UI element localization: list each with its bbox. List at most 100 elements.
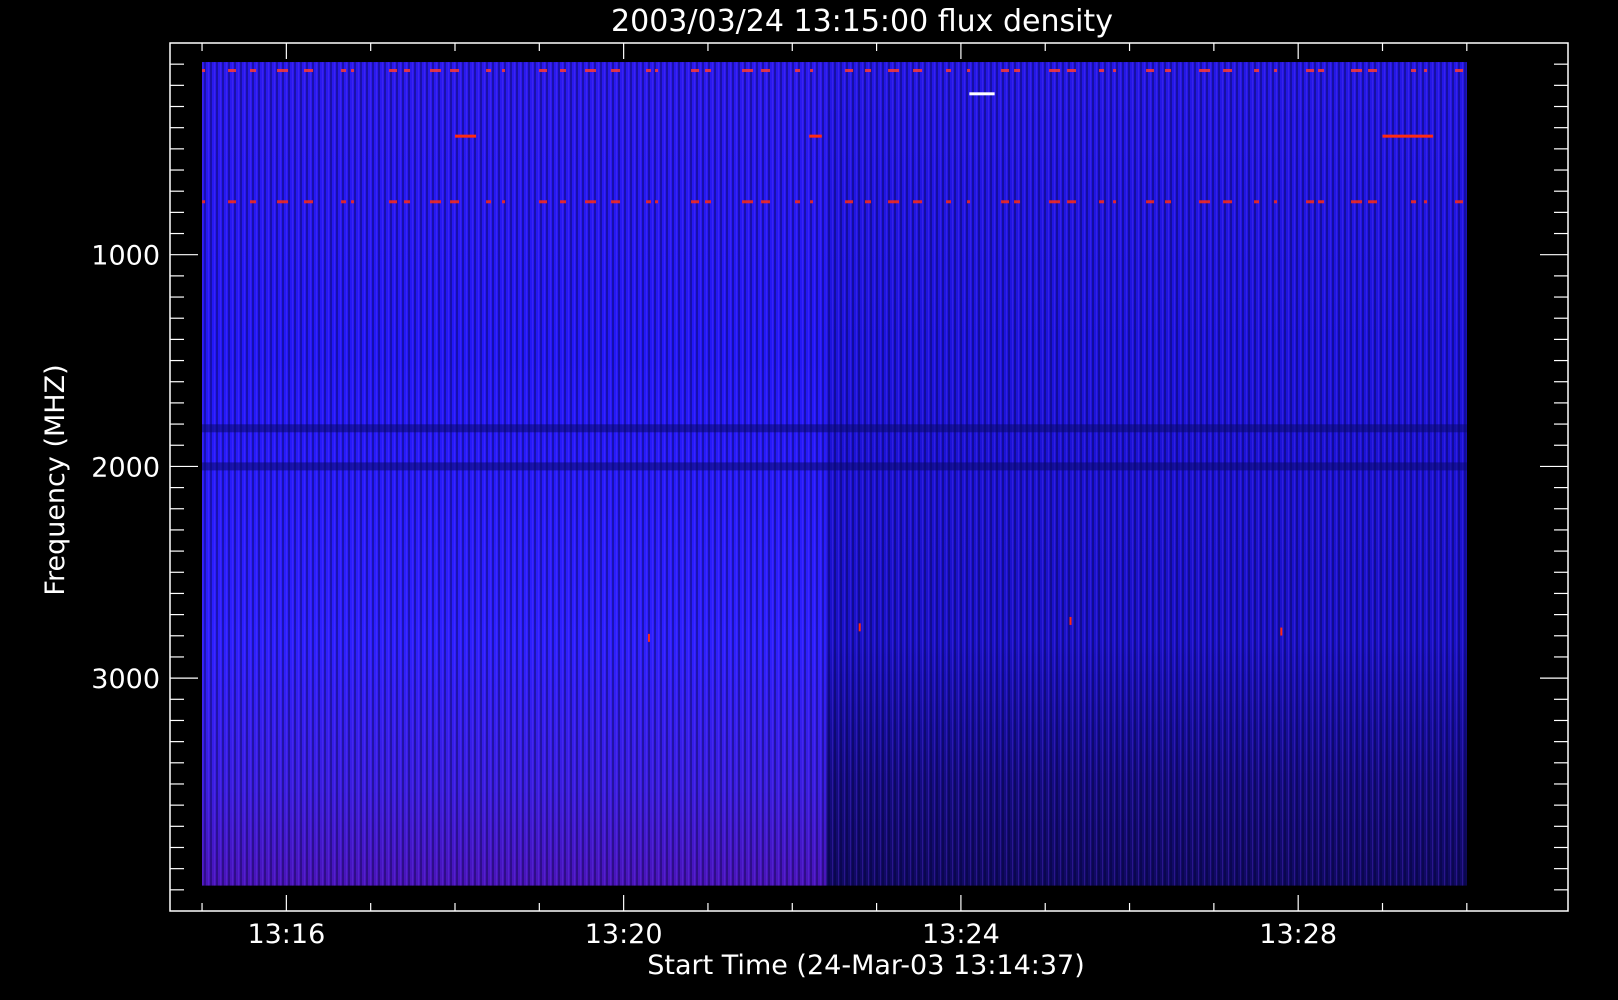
feature-hband-dash [486,200,492,204]
feature-hband-dash [1001,200,1010,204]
feature-hband-dash [1001,69,1010,73]
feature-hband-dash [761,69,771,73]
feature-hband-dash [1254,200,1260,204]
feature-hband-dash [341,200,347,204]
feature-hband-dash [946,69,952,73]
feature-hband-dash [888,69,900,73]
feature-hband-dash [1306,69,1315,73]
feature-hband-dash [430,69,442,73]
feature-hband-dash [389,69,398,73]
feature-hband-dash [202,69,206,73]
feature-hband-dash [1165,69,1172,73]
spectrogram-chart: 2003/03/24 13:15:00 flux density 13:16 13… [40,4,1569,981]
feature-hband-dash [845,69,854,73]
feature-hband-dash [277,200,289,204]
feature-hband [202,424,1467,433]
feature-hband-dash [1351,200,1363,204]
x-tick-label: 13:28 [1259,919,1337,950]
feature-hband-dash [1274,69,1278,73]
feature-hband-dash [486,69,492,73]
feature-hband-dash [691,200,700,204]
feature-hband-dash [1411,69,1417,73]
feature-hband-dash [1306,200,1315,204]
feature-hband-dash [304,69,314,73]
feature-hband-dash [655,69,659,73]
feature-hband-dash [705,200,712,204]
feature-hband-dash [1223,69,1233,73]
feature-segment [1382,134,1434,138]
feature-hband-dash [795,69,801,73]
feature-hband-dash [1049,69,1061,73]
feature-hband-dash [1223,200,1233,204]
feature-hband-dash [691,69,700,73]
feature-hband-dash [450,69,460,73]
feature-hband-dash [1254,69,1260,73]
feature-hband-dash [888,200,900,204]
feature-hband-dash [560,69,567,73]
feature-hband-dash [1424,200,1428,204]
feature-hband-dash [611,200,621,204]
x-tick-label: 13:20 [585,919,663,950]
feature-hband-dash [585,69,597,73]
feature-hband-dash [1411,200,1417,204]
feature-hband-dash [1351,69,1363,73]
y-axis-label: Frequency (MHZ) [40,364,71,595]
feature-hband-dash [810,69,814,73]
feature-hband-dash [1368,200,1378,204]
x-tick-label: 13:24 [922,919,1000,950]
feature-hband-dash [1113,69,1117,73]
feature-hband-dash [913,200,923,204]
feature-hband [202,462,1467,471]
spectrogram-texture [202,62,1467,886]
feature-hband-dash [1146,200,1155,204]
feature-hband-dash [341,69,347,73]
feature-hband-dash [705,69,712,73]
feature-segment [809,134,822,138]
feature-hband-dash [250,200,257,204]
feature-hband-dash [1274,200,1278,204]
feature-hband-dash [1049,200,1061,204]
feature-hband-dash [611,69,621,73]
plot-area [202,62,1467,886]
feature-hband-dash [502,69,506,73]
feature-hband-dash [1199,200,1211,204]
feature-hband-dash [450,200,460,204]
feature-hband-dash [1099,200,1105,204]
feature-hband-dash [845,200,854,204]
feature-hband-dash [1067,69,1077,73]
feature-hband-dash [1424,69,1428,73]
feature-hband-dash [810,200,814,204]
feature-spot [1280,627,1283,636]
feature-hband-dash [1165,200,1172,204]
feature-hband-dash [761,200,771,204]
feature-hband-dash [228,200,237,204]
feature-hband-dash [646,69,652,73]
feature-hband-dash [795,200,801,204]
feature-hband-dash [1318,69,1325,73]
feature-hband-dash [1067,200,1077,204]
feature-spot [858,623,861,632]
feature-hband-dash [742,200,754,204]
y-tick-label: 1000 [91,241,160,272]
feature-hband-dash [865,200,872,204]
feature-hband-dash [404,200,411,204]
feature-segment [454,134,477,138]
feature-hband-dash [539,69,548,73]
feature-hband-dash [742,69,754,73]
feature-spot [647,633,650,642]
feature-hband-dash [946,200,952,204]
chart-title: 2003/03/24 13:15:00 flux density [611,4,1113,39]
feature-hband-dash [1014,69,1021,73]
feature-hband-dash [202,200,206,204]
feature-hband-dash [277,69,289,73]
y-tick-label: 2000 [91,452,160,483]
feature-hband-dash [1014,200,1021,204]
feature-hband-dash [304,200,314,204]
feature-hband-dash [967,69,971,73]
feature-hband-dash [430,200,442,204]
feature-hband-dash [1368,69,1378,73]
feature-hband-dash [539,200,548,204]
feature-hband-dash [1455,200,1464,204]
feature-hband-dash [655,200,659,204]
feature-hband-dash [404,69,411,73]
